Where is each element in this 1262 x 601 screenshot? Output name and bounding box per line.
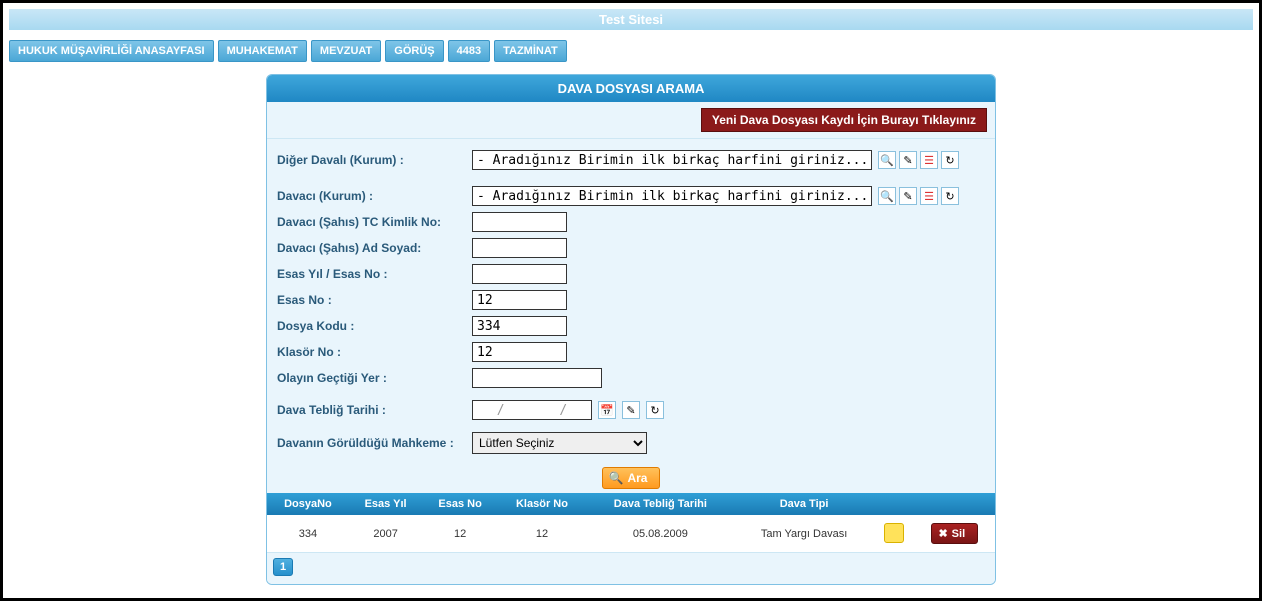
brush-icon[interactable]: ✎	[899, 187, 917, 205]
new-record-bar: Yeni Dava Dosyası Kaydı İçin Burayı Tıkl…	[267, 102, 995, 139]
input-tc-kimlik[interactable]	[472, 212, 567, 232]
cell-dosyano: 334	[267, 515, 349, 553]
label-davaci-kurum: Davacı (Kurum) :	[277, 189, 472, 203]
input-teblig-tarihi[interactable]	[472, 400, 592, 420]
col-klasor-no: Klasör No	[498, 493, 586, 515]
note-button[interactable]	[884, 523, 904, 543]
nav-muhakemat[interactable]: MUHAKEMAT	[218, 40, 307, 62]
magnifier-icon: 🔍	[609, 471, 624, 485]
refresh-icon[interactable]: ↻	[941, 187, 959, 205]
col-note	[873, 493, 914, 515]
new-record-button[interactable]: Yeni Dava Dosyası Kaydı İçin Burayı Tıkl…	[701, 108, 987, 132]
input-ad-soyad[interactable]	[472, 238, 567, 258]
col-dosyano: DosyaNo	[267, 493, 349, 515]
input-olay-yer[interactable]	[472, 368, 602, 388]
search-panel: DAVA DOSYASI ARAMA Yeni Dava Dosyası Kay…	[266, 74, 996, 585]
refresh-icon[interactable]: ↻	[941, 151, 959, 169]
cell-esas-yil: 2007	[349, 515, 422, 553]
magnifier-icon[interactable]: 🔍	[878, 187, 896, 205]
label-dosya-kodu: Dosya Kodu :	[277, 319, 472, 333]
col-esas-no: Esas No	[422, 493, 498, 515]
input-diger-davali[interactable]	[472, 150, 872, 170]
nav-gorus[interactable]: GÖRÜŞ	[385, 40, 443, 62]
label-klasor-no: Klasör No :	[277, 345, 472, 359]
col-teblig: Dava Tebliğ Tarihi	[586, 493, 735, 515]
panel-title: DAVA DOSYASI ARAMA	[267, 75, 995, 102]
close-icon: ✖	[938, 527, 947, 540]
nav-bar: HUKUK MÜŞAVİRLİĞİ ANASAYFASI MUHAKEMAT M…	[9, 40, 1253, 62]
cell-tipi: Tam Yargı Davası	[735, 515, 874, 553]
label-esas-no: Esas No :	[277, 293, 472, 307]
app-frame: Test Sitesi HUKUK MÜŞAVİRLİĞİ ANASAYFASI…	[0, 0, 1262, 601]
nav-tazminat[interactable]: TAZMİNAT	[494, 40, 567, 62]
site-title: Test Sitesi	[9, 9, 1253, 30]
col-tipi: Dava Tipi	[735, 493, 874, 515]
nav-mevzuat[interactable]: MEVZUAT	[311, 40, 381, 62]
form-area: Diğer Davalı (Kurum) : 🔍 ✎ ☰ ↻ Davacı (K…	[267, 139, 995, 463]
input-dosya-kodu[interactable]	[472, 316, 567, 336]
cell-klasor-no: 12	[498, 515, 586, 553]
label-diger-davali: Diğer Davalı (Kurum) :	[277, 153, 472, 167]
nav-4483[interactable]: 4483	[448, 40, 490, 62]
pager: 1	[267, 553, 995, 584]
refresh-icon[interactable]: ↻	[646, 401, 664, 419]
label-olay-yer: Olayın Geçtiği Yer :	[277, 371, 472, 385]
label-teblig-tarihi: Dava Tebliğ Tarihi :	[277, 403, 472, 417]
label-ad-soyad: Davacı (Şahıs) Ad Soyad:	[277, 241, 472, 255]
brush-icon[interactable]: ✎	[899, 151, 917, 169]
input-klasor-no[interactable]	[472, 342, 567, 362]
page-1-button[interactable]: 1	[273, 558, 293, 576]
brush-icon[interactable]: ✎	[622, 401, 640, 419]
delete-button-label: Sil	[952, 528, 965, 540]
col-esas-yil: Esas Yıl	[349, 493, 422, 515]
label-tc-kimlik: Davacı (Şahıs) TC Kimlik No:	[277, 215, 472, 229]
input-esas-yil-no[interactable]	[472, 264, 567, 284]
delete-button[interactable]: ✖ Sil	[931, 523, 978, 544]
nav-anasayfa[interactable]: HUKUK MÜŞAVİRLİĞİ ANASAYFASI	[9, 40, 214, 62]
select-mahkeme[interactable]: Lütfen Seçiniz	[472, 432, 647, 454]
tree-icon[interactable]: ☰	[920, 151, 938, 169]
magnifier-icon[interactable]: 🔍	[878, 151, 896, 169]
tree-icon[interactable]: ☰	[920, 187, 938, 205]
cell-teblig: 05.08.2009	[586, 515, 735, 553]
search-button[interactable]: 🔍 Ara	[602, 467, 661, 489]
search-button-label: Ara	[627, 471, 647, 485]
input-davaci-kurum[interactable]	[472, 186, 872, 206]
calendar-icon[interactable]: 📅	[598, 401, 616, 419]
label-esas-yil-no: Esas Yıl / Esas No :	[277, 267, 472, 281]
results-table: DosyaNo Esas Yıl Esas No Klasör No Dava …	[267, 493, 995, 553]
input-esas-no[interactable]	[472, 290, 567, 310]
label-mahkeme: Davanın Görüldüğü Mahkeme :	[277, 436, 472, 450]
col-delete	[915, 493, 995, 515]
cell-esas-no: 12	[422, 515, 498, 553]
table-row: 334 2007 12 12 05.08.2009 Tam Yargı Dava…	[267, 515, 995, 553]
